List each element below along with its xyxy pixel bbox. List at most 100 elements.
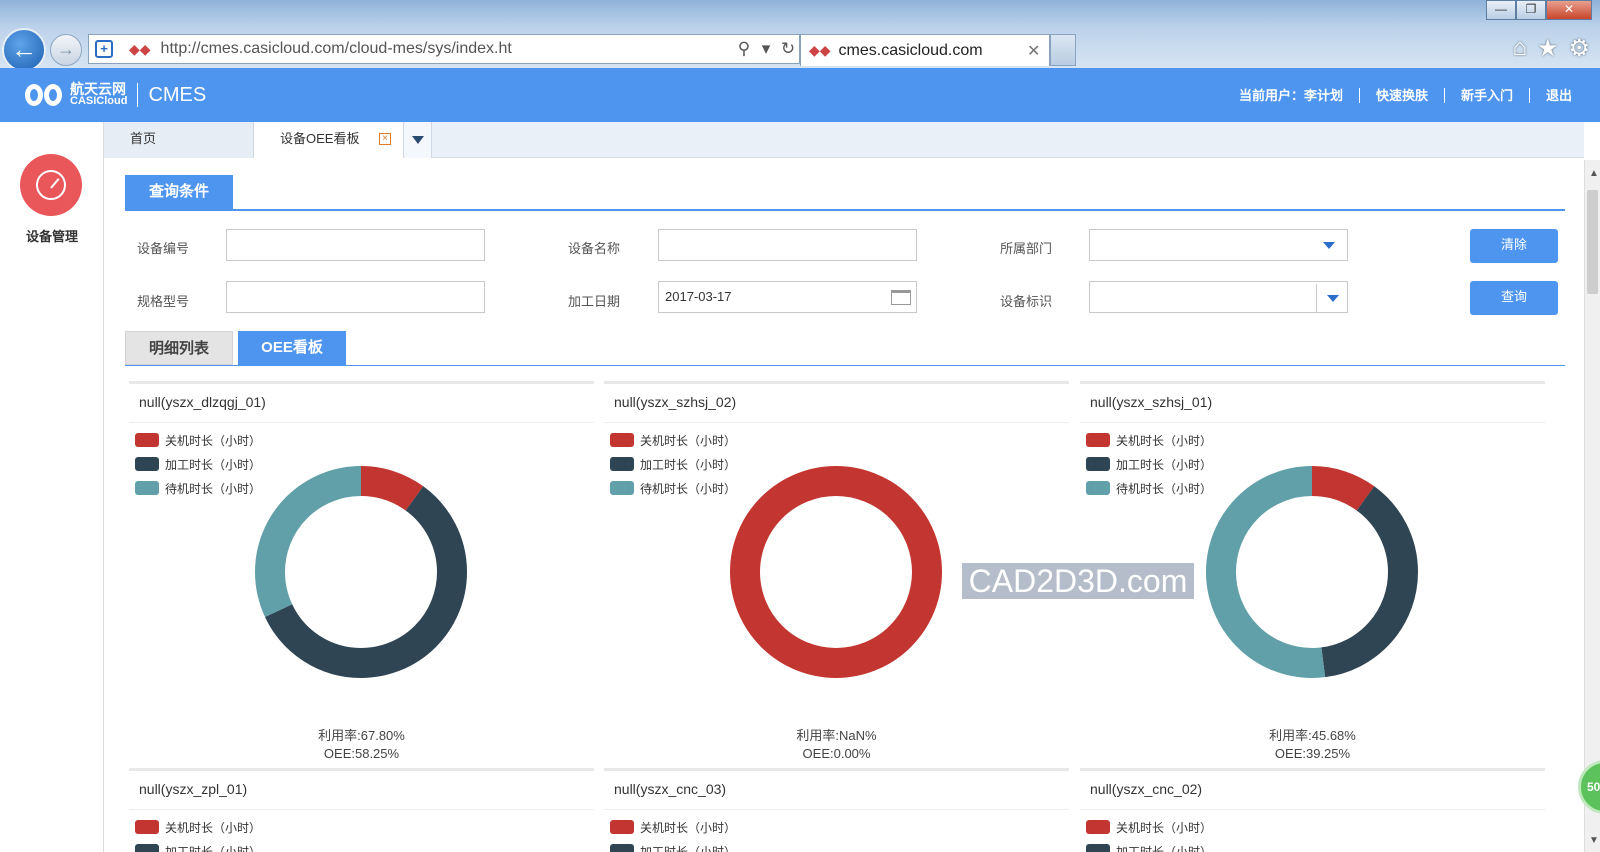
logo-divider	[137, 83, 139, 107]
date-value: 2017-03-17	[665, 289, 732, 304]
legend-work[interactable]: 加工时长（小时）	[610, 452, 736, 476]
scroll-down-icon[interactable]: ▼	[1589, 835, 1599, 846]
tab-favicon-icon: ◆◆	[809, 42, 831, 58]
legend-off[interactable]: 关机时长（小时）	[1086, 428, 1212, 452]
browser-chrome: — ❐ ✕ ← → + ◆◆ http://cmes.casicloud.com…	[0, 0, 1600, 72]
logo: 航天云网 CASICloud CMES	[24, 81, 206, 109]
current-user-link[interactable]: 当前用户：李计划	[1223, 88, 1360, 103]
clear-button[interactable]: 清除	[1470, 229, 1558, 263]
url-text[interactable]: http://cmes.casicloud.com/cloud-mes/sys/…	[161, 40, 733, 58]
logout-link[interactable]: 退出	[1530, 88, 1572, 103]
oee-value: OEE:58.25%	[323, 746, 400, 761]
query-divider	[125, 209, 1565, 211]
legend-work[interactable]: 加工时长（小时）	[1086, 452, 1212, 476]
legend-idle[interactable]: 待机时长（小时）	[135, 476, 261, 500]
card-title: null(yszx_cnc_02)	[1090, 781, 1203, 797]
close-tab-icon[interactable]: ×	[379, 133, 391, 145]
legend-off[interactable]: 关机时长（小时）	[135, 428, 261, 452]
legend-work[interactable]: 加工时长（小时）	[610, 839, 736, 852]
spec-input[interactable]	[226, 281, 485, 313]
page-tab-bar: 首页 设备OEE看板 ×	[104, 122, 1584, 158]
address-bar[interactable]: + ◆◆ http://cmes.casicloud.com/cloud-mes…	[88, 34, 800, 64]
security-shield-icon[interactable]: +	[95, 40, 113, 58]
back-arrow-icon[interactable]: ←	[2, 28, 46, 72]
sidebar-item-equipment-management[interactable]: 设备管理	[0, 226, 104, 245]
sidebar: 设备管理	[0, 122, 104, 852]
oee-value: OEE:0.00%	[802, 746, 871, 761]
donut-segment-off[interactable]	[730, 466, 942, 678]
equip-code-label: 设备编号	[137, 241, 190, 256]
tab-oee-board[interactable]: OEE看板	[238, 331, 346, 365]
legend-work[interactable]: 加工时长（小时）	[135, 839, 261, 852]
tab-list-dropdown[interactable]	[404, 122, 432, 158]
restore-button[interactable]: ❐	[1516, 0, 1546, 20]
favorites-star-icon[interactable]: ★	[1537, 34, 1559, 63]
oee-card: null(yszx_dlzqgj_01) 关机时长（小时） 加工时长（小时） 待…	[129, 381, 594, 761]
view-divider	[125, 365, 1565, 366]
legend-idle[interactable]: 待机时长（小时）	[1086, 476, 1212, 500]
card-title: null(yszx_zpl_01)	[139, 781, 248, 797]
legend-work[interactable]: 加工时长（小时）	[1086, 839, 1212, 852]
utilization-rate: 利用率:NaN%	[796, 728, 877, 743]
legend-idle[interactable]: 待机时长（小时）	[610, 476, 736, 500]
legend-work[interactable]: 加工时长（小时）	[135, 452, 261, 476]
casicloud-logo-icon	[24, 81, 66, 109]
brand-cn: 航天云网	[70, 81, 126, 97]
chevron-down-icon	[1323, 242, 1335, 249]
vertical-scrollbar[interactable]: ▲ ▼	[1584, 160, 1600, 852]
product-name: CMES	[148, 83, 207, 106]
settings-gear-icon[interactable]: ⚙	[1568, 34, 1590, 63]
dropdown-arrow-icon[interactable]: ▾	[755, 39, 777, 59]
query-conditions-tab[interactable]: 查询条件	[125, 175, 233, 209]
oee-card: null(yszx_cnc_02) 关机时长（小时） 加工时长（小时）	[1080, 768, 1545, 852]
browser-tab-title: cmes.casicloud.com	[838, 41, 983, 59]
oee-donut-chart[interactable]	[255, 466, 467, 678]
chart-legend: 关机时长（小时） 加工时长（小时） 待机时长（小时）	[1086, 428, 1212, 500]
oee-donut-chart[interactable]	[1206, 466, 1418, 678]
skin-switch-link[interactable]: 快速换肤	[1360, 88, 1445, 103]
equip-flag-select[interactable]	[1089, 281, 1348, 313]
chevron-down-icon	[1327, 295, 1339, 302]
dept-select[interactable]	[1089, 229, 1348, 261]
browser-toolbar-icons: ⌂ ★ ⚙	[1512, 34, 1590, 63]
new-tab-button[interactable]	[1050, 34, 1076, 66]
search-icon[interactable]: ⚲	[733, 39, 755, 59]
search-button[interactable]: 查询	[1470, 281, 1558, 315]
date-input[interactable]: 2017-03-17	[658, 281, 917, 313]
dashboard-gauge-icon[interactable]	[20, 154, 82, 216]
home-icon[interactable]: ⌂	[1512, 34, 1527, 63]
scrollbar-thumb[interactable]	[1587, 190, 1598, 294]
card-title: null(yszx_cnc_03)	[614, 781, 727, 797]
minimize-button[interactable]: —	[1486, 0, 1516, 20]
tab-home[interactable]: 首页	[104, 122, 254, 158]
browser-tab[interactable]: ◆◆ cmes.casicloud.com ✕	[800, 34, 1050, 66]
tab-detail-list[interactable]: 明细列表	[125, 331, 233, 365]
refresh-icon[interactable]: ↻	[777, 39, 799, 59]
close-window-button[interactable]: ✕	[1546, 0, 1592, 20]
equip-name-label: 设备名称	[568, 241, 621, 256]
calendar-icon[interactable]	[891, 290, 911, 305]
utilization-rate: 利用率:67.80%	[318, 728, 405, 743]
spec-label: 规格型号	[137, 294, 190, 309]
legend-off[interactable]: 关机时长（小时）	[610, 428, 736, 452]
card-title: null(yszx_szhsj_02)	[614, 394, 737, 410]
equip-flag-label: 设备标识	[1000, 294, 1053, 309]
chart-legend: 关机时长（小时） 加工时长（小时）	[610, 815, 736, 852]
tab-equipment-oee-board[interactable]: 设备OEE看板 ×	[254, 122, 404, 158]
legend-off[interactable]: 关机时长（小时）	[610, 815, 736, 839]
brand-en: CASICloud	[70, 95, 128, 107]
close-tab-icon[interactable]: ✕	[1027, 41, 1049, 61]
chart-legend: 关机时长（小时） 加工时长（小时） 待机时长（小时）	[610, 428, 736, 500]
floating-badge[interactable]: 50	[1578, 760, 1600, 814]
site-favicon-icon: ◆◆	[129, 40, 151, 57]
beginner-guide-link[interactable]: 新手入门	[1445, 88, 1530, 103]
legend-off[interactable]: 关机时长（小时）	[1086, 815, 1212, 839]
forward-arrow-icon[interactable]: →	[50, 34, 82, 66]
card-title: null(yszx_dlzqgj_01)	[139, 394, 266, 410]
legend-off[interactable]: 关机时长（小时）	[135, 815, 261, 839]
app-header: 航天云网 CASICloud CMES 当前用户：李计划 快速换肤 新手入门 退…	[0, 68, 1600, 122]
scroll-up-icon[interactable]: ▲	[1589, 168, 1599, 179]
equip-name-input[interactable]	[658, 229, 917, 261]
equip-code-input[interactable]	[226, 229, 485, 261]
oee-donut-chart[interactable]	[730, 466, 942, 678]
